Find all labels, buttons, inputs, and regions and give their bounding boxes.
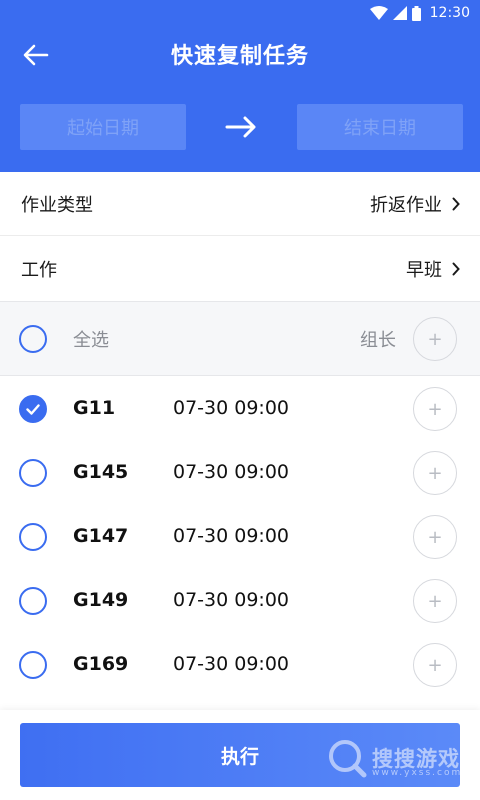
end-date-field[interactable]: 结束日期: [297, 104, 463, 150]
add-member-button[interactable]: +: [413, 515, 457, 559]
work-value-wrap: 早班: [406, 256, 460, 282]
train-time: 07-30 09:00: [173, 653, 290, 675]
train-code: G11: [73, 397, 116, 419]
train-code: G147: [73, 525, 129, 547]
work-value: 早班: [406, 260, 442, 281]
plus-icon: +: [427, 328, 443, 350]
train-row: G147 07-30 09:00 +: [0, 505, 480, 569]
job-type-row[interactable]: 作业类型 折返作业: [0, 172, 480, 236]
date-range: 起始日期 结束日期: [0, 104, 480, 150]
add-leader-button[interactable]: +: [413, 317, 457, 361]
train-checkbox[interactable]: [19, 523, 47, 551]
signal-icon: [392, 6, 407, 20]
job-type-value: 折返作业: [370, 194, 442, 216]
footer: 执行: [0, 710, 480, 800]
train-time: 07-30 09:00: [173, 525, 290, 547]
job-type-label: 作业类型: [21, 194, 93, 216]
chevron-right-icon: [452, 262, 460, 276]
checkmark-icon: [26, 403, 40, 415]
arrow-right-icon: [225, 116, 256, 138]
battery-icon: [411, 5, 421, 21]
train-time: 07-30 09:00: [173, 397, 290, 419]
status-bar: 12:30: [0, 0, 480, 26]
navbar: 快速复制任务: [0, 30, 480, 80]
leader-label: 组长: [360, 330, 396, 351]
train-code: G149: [73, 589, 129, 611]
train-checkbox[interactable]: [19, 587, 47, 615]
job-type-value-wrap: 折返作业: [370, 191, 460, 217]
plus-icon: +: [427, 590, 443, 612]
train-row: G149 07-30 09:00 +: [0, 569, 480, 633]
work-label: 工作: [21, 260, 57, 281]
train-row: G11 07-30 09:00 +: [0, 377, 480, 441]
start-date-field[interactable]: 起始日期: [20, 104, 186, 150]
add-member-button[interactable]: +: [413, 643, 457, 687]
train-code: G145: [73, 461, 129, 483]
plus-icon: +: [427, 398, 443, 420]
page-title: 快速复制任务: [170, 44, 309, 69]
plus-icon: +: [427, 462, 443, 484]
plus-icon: +: [427, 526, 443, 548]
train-time: 07-30 09:00: [173, 589, 290, 611]
add-member-button[interactable]: +: [413, 579, 457, 623]
select-all-bar: 全选 组长 +: [0, 301, 480, 376]
add-member-button[interactable]: +: [413, 387, 457, 431]
add-member-button[interactable]: +: [413, 451, 457, 495]
train-checkbox[interactable]: [19, 395, 47, 423]
header: 12:30 快速复制任务 起始日期 结束日期: [0, 0, 480, 172]
wifi-icon: [369, 6, 388, 20]
train-time: 07-30 09:00: [173, 461, 290, 483]
train-checkbox[interactable]: [19, 459, 47, 487]
status-time: 12:30: [429, 5, 470, 21]
plus-icon: +: [427, 654, 443, 676]
select-all-checkbox[interactable]: [19, 325, 47, 353]
select-all-label: 全选: [73, 330, 109, 351]
train-row: G169 07-30 09:00 +: [0, 633, 480, 697]
chevron-right-icon: [452, 197, 460, 210]
execute-button[interactable]: 执行: [20, 723, 460, 787]
work-row[interactable]: 工作 早班: [0, 237, 480, 301]
train-code: G169: [73, 653, 129, 675]
train-checkbox[interactable]: [19, 651, 47, 679]
train-row: G145 07-30 09:00 +: [0, 441, 480, 505]
